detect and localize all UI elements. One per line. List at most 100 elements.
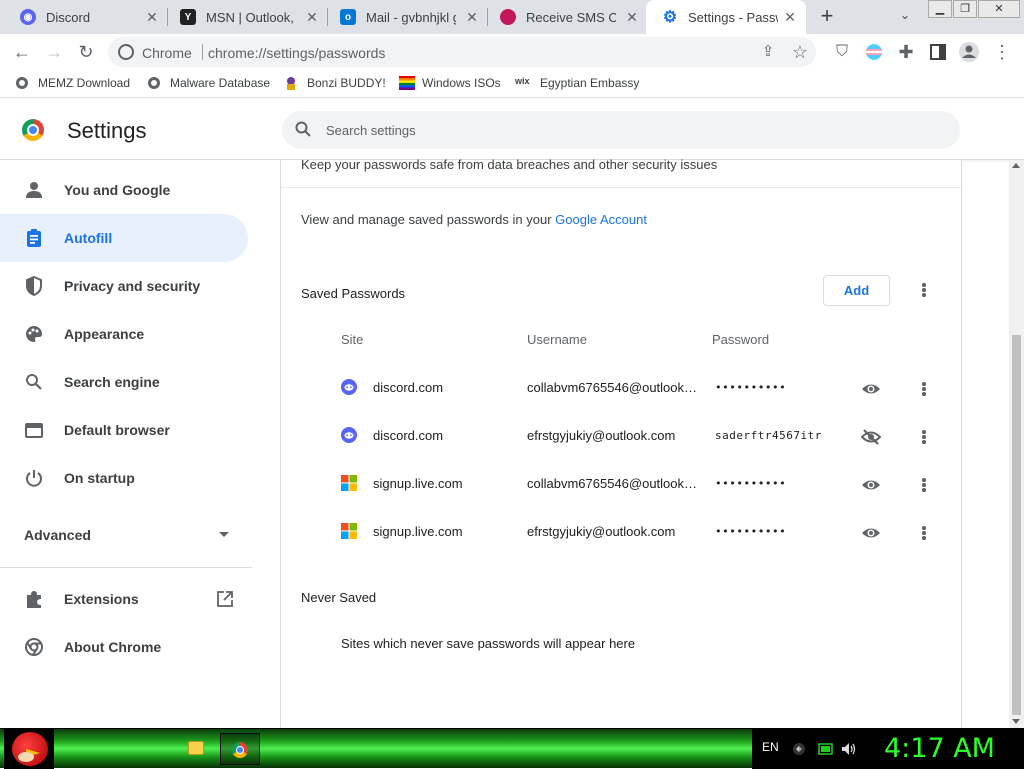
taskbar-file-explorer[interactable] [176, 733, 216, 765]
sidebar-divider [0, 567, 252, 568]
taskbar-chrome[interactable] [220, 733, 260, 765]
tab-title: Settings - Passwo [688, 9, 778, 25]
close-window-button[interactable]: ✕ [978, 0, 1020, 18]
sidebar-item-search-engine[interactable]: Search engine [0, 358, 248, 406]
autofill-clipboard-icon [24, 228, 44, 248]
hide-password-eye-off-icon[interactable] [860, 427, 882, 447]
minimize-button[interactable]: ▁ [928, 0, 952, 18]
puzzle-extensions-icon[interactable]: ✚ [894, 40, 918, 64]
page-title: Settings [67, 118, 147, 143]
scrollbar-thumb[interactable] [1012, 335, 1021, 715]
ublock-shield-icon[interactable]: ⛉ [830, 40, 854, 64]
row-password: •••••••••• [715, 525, 787, 538]
reload-icon[interactable]: ↻ [74, 40, 98, 64]
globe-icon [15, 76, 29, 90]
row-more-icon[interactable] [914, 523, 934, 543]
password-row: signup.live.com efrstgyjukiy@outlook.com… [281, 509, 961, 557]
password-row: discord.com efrstgyjukiy@outlook.com sad… [281, 413, 961, 461]
chrome-site-icon[interactable] [118, 44, 134, 60]
bookmark-label: MEMZ Download [38, 76, 131, 90]
more-menu-icon[interactable]: ⋮ [990, 40, 1014, 64]
bookmark-star-icon[interactable]: ☆ [788, 40, 812, 64]
tab-search-chevron-icon[interactable]: ⌄ [895, 8, 915, 26]
bookmark-bonzi[interactable]: Bonzi BUDDY! [284, 76, 386, 90]
address-bar[interactable]: Chrome chrome://settings/passwords ⇪ ☆ [108, 37, 816, 67]
bookmark-windows-isos[interactable]: Windows ISOs [399, 76, 501, 90]
tab-msn[interactable]: Y MSN | Outlook, O ✕ [164, 0, 328, 34]
language-indicator[interactable]: EN [762, 740, 779, 754]
tray-arrows-icon[interactable] [792, 742, 806, 756]
forward-arrow-icon[interactable]: → [42, 40, 66, 64]
never-saved-empty-text: Sites which never save passwords will ap… [341, 636, 636, 651]
sidebar-item-appearance[interactable]: Appearance [0, 310, 248, 358]
browser-window-icon [24, 420, 44, 440]
share-icon[interactable]: ⇪ [756, 40, 780, 64]
angry-bird-start-icon [12, 732, 48, 766]
close-tab-icon[interactable]: ✕ [624, 9, 640, 25]
sidebar-item-about-chrome[interactable]: About Chrome [0, 623, 248, 671]
row-more-icon[interactable] [914, 475, 934, 495]
discord-icon [341, 427, 357, 443]
sidebar-item-privacy[interactable]: Privacy and security [0, 262, 248, 310]
row-site[interactable]: signup.live.com [373, 476, 463, 491]
google-account-link[interactable]: Google Account [555, 212, 647, 227]
bookmark-memz[interactable]: MEMZ Download [15, 76, 130, 90]
show-password-eye-icon[interactable] [861, 379, 881, 399]
scroll-down-arrow-icon[interactable] [1012, 719, 1020, 724]
volume-speaker-icon[interactable] [841, 742, 856, 756]
open-in-new-icon[interactable] [216, 590, 234, 608]
show-password-eye-icon[interactable] [861, 523, 881, 543]
puzzle-extensions-icon [24, 589, 44, 609]
row-site[interactable]: signup.live.com [373, 524, 463, 539]
show-password-eye-icon[interactable] [861, 475, 881, 495]
row-site[interactable]: discord.com [373, 428, 443, 443]
profile-avatar-icon[interactable] [957, 40, 981, 64]
row-more-icon[interactable] [914, 427, 934, 447]
shield-icon [24, 275, 44, 297]
new-tab-button[interactable]: + [816, 5, 838, 28]
chrome-logo-icon [232, 742, 248, 758]
saved-passwords-more-icon[interactable] [914, 280, 934, 300]
chrome-outline-icon [24, 637, 44, 657]
sidebar-item-autofill[interactable]: Autofill [0, 214, 248, 262]
tab-receive-sms[interactable]: Receive SMS Onli ✕ [484, 0, 648, 34]
side-panel-icon[interactable] [926, 40, 950, 64]
chrome-logo-icon [22, 119, 44, 141]
row-more-icon[interactable] [914, 379, 934, 399]
bookmark-malware-db[interactable]: Malware Database [147, 76, 270, 90]
sidebar-item-default-browser[interactable]: Default browser [0, 406, 248, 454]
close-tab-icon[interactable]: ✕ [464, 9, 480, 25]
settings-search-input[interactable]: Search settings [282, 111, 960, 149]
outlook-icon: o [340, 9, 356, 25]
close-tab-icon[interactable]: ✕ [782, 9, 798, 25]
taskbar-clock[interactable]: 4:17 AM [884, 733, 995, 764]
tab-settings[interactable]: ⚙ Settings - Passwo ✕ [646, 0, 806, 34]
row-site[interactable]: discord.com [373, 380, 443, 395]
omnibox-url[interactable]: chrome://settings/passwords [208, 45, 385, 61]
scroll-up-arrow-icon[interactable] [1012, 163, 1020, 168]
row-username: collabvm6765546@outlook.com [527, 476, 699, 491]
tab-mail[interactable]: o Mail - gvbnhjkl ge ✕ [324, 0, 488, 34]
back-arrow-icon[interactable]: ← [10, 40, 34, 64]
omnibox-divider [202, 44, 203, 60]
bookmark-label: Windows ISOs [422, 76, 501, 90]
caret-down-icon[interactable] [219, 532, 229, 537]
battery-icon[interactable] [818, 742, 833, 756]
search-icon [294, 120, 312, 138]
start-button[interactable] [4, 729, 54, 769]
sidebar-item-you-and-google[interactable]: You and Google [0, 166, 248, 214]
extension-flag-icon[interactable] [862, 40, 886, 64]
row-password: •••••••••• [715, 381, 787, 394]
tab-discord[interactable]: ◉ Discord ✕ [4, 0, 168, 34]
close-tab-icon[interactable]: ✕ [304, 9, 320, 25]
close-tab-icon[interactable]: ✕ [144, 9, 160, 25]
sidebar-item-extensions[interactable]: Extensions [0, 575, 248, 623]
add-password-button[interactable]: Add [823, 275, 890, 306]
sidebar-item-on-startup[interactable]: On startup [0, 454, 248, 502]
tab-strip: ◉ Discord ✕ Y MSN | Outlook, O ✕ o Mail … [0, 0, 1024, 34]
restore-button[interactable]: ❐ [953, 0, 977, 18]
bookmark-egyptian-embassy[interactable]: wix Egyptian Embassy [515, 76, 639, 90]
sidebar-advanced-toggle[interactable]: Advanced [24, 527, 91, 543]
page-scrollbar[interactable] [1009, 160, 1024, 728]
bookmark-label: Malware Database [170, 76, 271, 90]
